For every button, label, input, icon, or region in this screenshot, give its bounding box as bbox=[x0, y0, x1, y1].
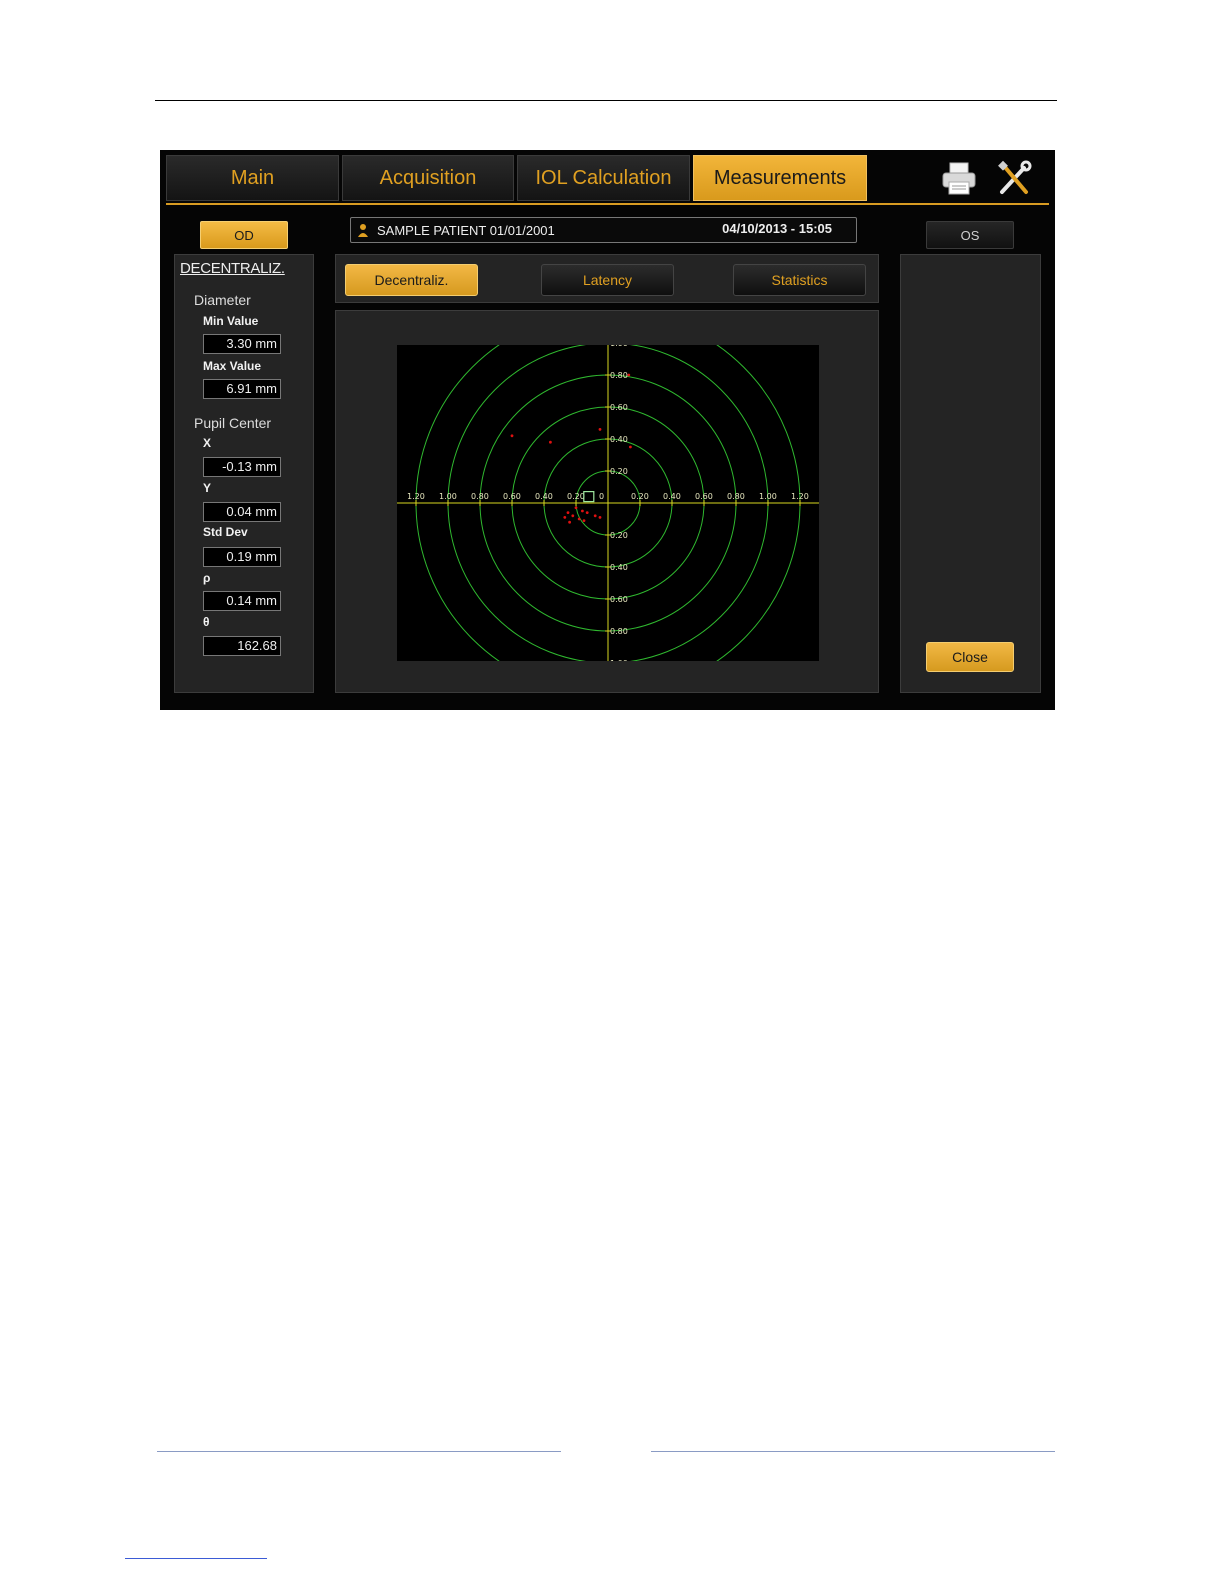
x-tick-label: 1.00 bbox=[759, 492, 777, 501]
decentralization-plot: 1.20 1.00 0.80 0.60 0.40 0.20 0 0.20 0.40 0.60 0.8… bbox=[397, 345, 819, 661]
tab-decentraliz[interactable]: Decentraliz. bbox=[345, 264, 478, 296]
y-label: Y bbox=[203, 481, 212, 495]
y-tick-label: 0.40 bbox=[610, 563, 628, 572]
y-tick-label: 0.20 bbox=[610, 467, 628, 476]
tab-latency[interactable]: Latency bbox=[541, 264, 674, 296]
data-point bbox=[598, 428, 602, 431]
y-tick-label: 0.80 bbox=[610, 371, 628, 380]
y-tick-label: 0.40 bbox=[610, 435, 628, 444]
std-dev-label: Std Dev bbox=[203, 525, 248, 539]
exam-datetime: 04/10/2013 - 15:05 bbox=[722, 221, 832, 236]
y-tick-label: 0.60 bbox=[610, 403, 628, 412]
x-tick-label: 0.80 bbox=[471, 492, 489, 501]
os-button[interactable]: OS bbox=[926, 221, 1014, 249]
tab-iol-calculation[interactable]: IOL Calculation bbox=[517, 155, 690, 201]
footer-rule-left bbox=[157, 1451, 561, 1452]
diameter-heading: Diameter bbox=[194, 292, 251, 308]
data-point bbox=[581, 509, 584, 513]
y-tick-label: 0.20 bbox=[610, 531, 628, 540]
footer-rule-right bbox=[651, 1451, 1055, 1452]
x-tick-label: 0.20 bbox=[631, 492, 649, 501]
data-point bbox=[510, 434, 514, 438]
max-value-label: Max Value bbox=[203, 359, 262, 373]
right-panel bbox=[900, 254, 1041, 693]
data-point bbox=[566, 511, 570, 514]
data-point bbox=[571, 514, 575, 518]
x-tick-label: 0 bbox=[599, 492, 604, 501]
x-tick-label: 0.60 bbox=[695, 492, 713, 501]
tab-acquisition[interactable]: Acquisition bbox=[342, 155, 514, 201]
y-tick-label: 1.00 bbox=[610, 345, 628, 348]
data-point bbox=[549, 440, 552, 444]
x-tick-label: 0.20 bbox=[567, 492, 585, 501]
rho-value-field: 0.14 mm bbox=[203, 591, 281, 611]
panel-title: DECENTRALIZ. bbox=[180, 260, 285, 277]
tab-statistics[interactable]: Statistics bbox=[733, 264, 866, 296]
tab-measurements[interactable]: Measurements bbox=[693, 155, 867, 201]
x-tick-label: 0.40 bbox=[663, 492, 681, 501]
pupil-center-heading: Pupil Center bbox=[194, 415, 272, 431]
y-tick-label: 0.60 bbox=[610, 595, 628, 604]
close-button[interactable]: Close bbox=[926, 642, 1014, 672]
rho-label: ρ bbox=[203, 571, 211, 585]
x-tick-label: 0.60 bbox=[503, 492, 521, 501]
od-button[interactable]: OD bbox=[200, 221, 288, 249]
x-tick-label: 1.00 bbox=[439, 492, 457, 501]
x-tick-label: 0.80 bbox=[727, 492, 745, 501]
data-point bbox=[582, 519, 586, 522]
x-value-field: -0.13 mm bbox=[203, 457, 281, 477]
min-value-field: 3.30 mm bbox=[203, 334, 281, 354]
data-point bbox=[563, 516, 567, 519]
data-point bbox=[593, 514, 597, 518]
tab-underline bbox=[166, 203, 1049, 205]
patient-bar: SAMPLE PATIENT 01/01/2001 04/10/2013 - 1… bbox=[350, 217, 857, 243]
x-tick-label: 1.20 bbox=[791, 492, 809, 501]
y-tick-label: 0.80 bbox=[610, 627, 628, 636]
std-dev-value-field: 0.19 mm bbox=[203, 547, 281, 567]
user-icon bbox=[358, 224, 368, 237]
theta-value-field: 162.68 bbox=[203, 636, 281, 656]
y-tick-label: 1.00 bbox=[610, 659, 628, 661]
max-value-field: 6.91 mm bbox=[203, 379, 281, 399]
data-point bbox=[627, 373, 631, 377]
min-value-label: Min Value bbox=[203, 314, 259, 328]
theta-label: θ bbox=[203, 615, 210, 629]
data-point bbox=[574, 506, 578, 510]
data-point bbox=[598, 516, 602, 519]
x-tick-label: 0.40 bbox=[535, 492, 553, 501]
data-point bbox=[629, 445, 632, 449]
printer-icon[interactable] bbox=[940, 160, 978, 198]
footer-link-underline bbox=[125, 1558, 267, 1559]
tab-main[interactable]: Main bbox=[166, 155, 339, 201]
app-window: Main Acquisition IOL Calculation Measure… bbox=[160, 150, 1055, 710]
x-label: X bbox=[203, 436, 212, 450]
data-point bbox=[577, 517, 581, 521]
y-value-field: 0.04 mm bbox=[203, 502, 281, 522]
data-point bbox=[585, 511, 589, 514]
tools-icon[interactable] bbox=[996, 160, 1034, 198]
page-header-rule bbox=[155, 100, 1057, 101]
data-point bbox=[568, 520, 571, 524]
patient-name: SAMPLE PATIENT 01/01/2001 bbox=[377, 223, 555, 238]
x-tick-label: 1.20 bbox=[407, 492, 425, 501]
